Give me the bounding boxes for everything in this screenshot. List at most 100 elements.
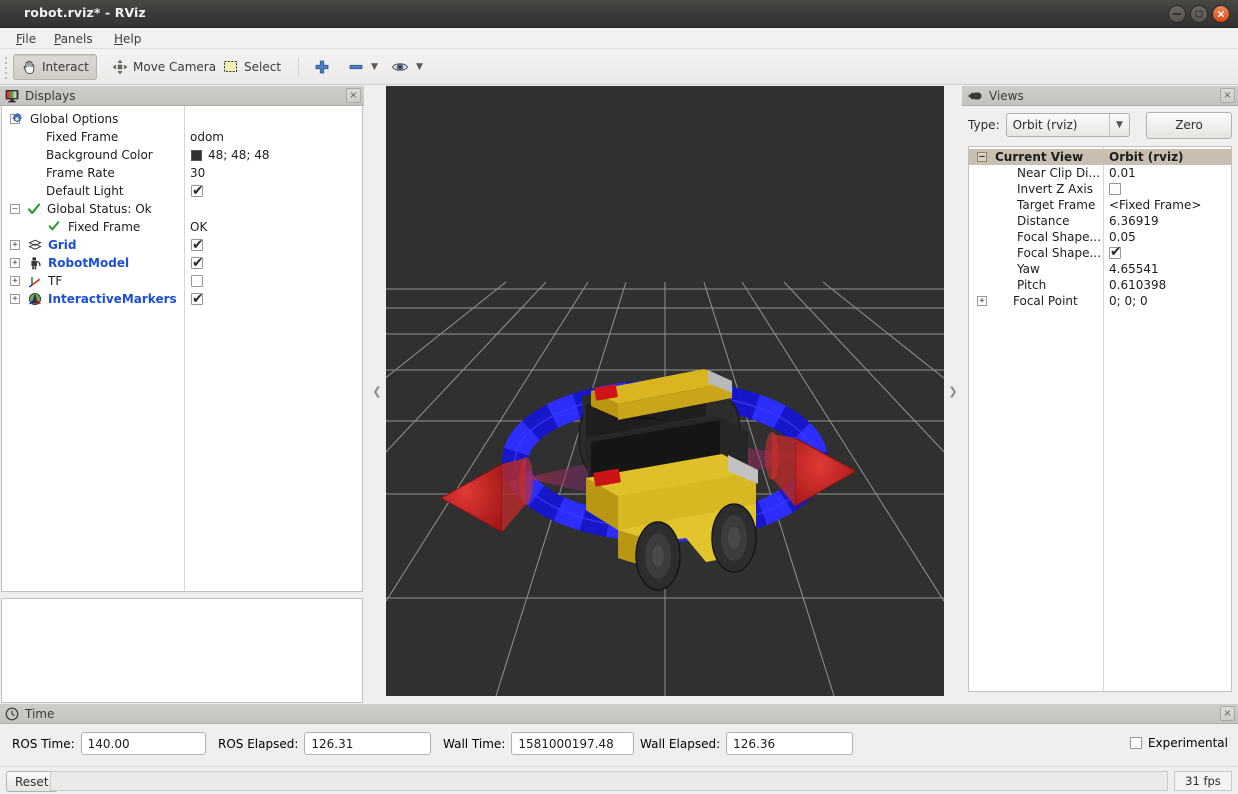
view-row-label: Yaw <box>1017 261 1040 277</box>
experimental-checkbox-row[interactable]: Experimental <box>1130 736 1228 750</box>
expand-icon[interactable]: + <box>977 296 987 306</box>
expand-icon[interactable]: + <box>10 240 20 250</box>
view-type-select[interactable]: Orbit (rviz) ▼ <box>1006 113 1130 137</box>
wall-time-input[interactable]: 1581000197.48 <box>511 732 634 755</box>
menu-bar: FFileile Panels Help <box>0 28 1238 49</box>
view-row-target-frame[interactable]: Target Frame<Fixed Frame> <box>969 197 1231 213</box>
move-camera-tool-button[interactable]: Move Camera <box>104 54 224 80</box>
views-panel-title: Views <box>989 89 1024 103</box>
displays-panel-close-icon[interactable]: × <box>346 88 361 103</box>
wall-elapsed-label: Wall Elapsed: <box>640 737 720 751</box>
display-row-value[interactable]: 30 <box>190 164 205 182</box>
window-controls: × <box>1168 5 1230 23</box>
wall-elapsed-field: Wall Elapsed: 126.36 <box>640 732 853 755</box>
view-row-value[interactable]: 4.65541 <box>1109 261 1159 277</box>
view-row-current-view[interactable]: –Current ViewOrbit (rviz) <box>969 149 1231 165</box>
collapse-icon[interactable]: – <box>10 204 20 214</box>
displays-panel-title: Displays <box>25 89 75 103</box>
view-row-value[interactable]: 0.610398 <box>1109 277 1166 293</box>
remove-tool-dropdown-icon[interactable]: ▼ <box>371 62 378 72</box>
display-row-global-status-ok[interactable]: –Global Status: Ok <box>2 200 362 218</box>
view-row-checkbox[interactable] <box>1109 247 1121 259</box>
display-row-label: Grid <box>48 236 76 254</box>
view-row-value[interactable]: 0.01 <box>1109 165 1136 181</box>
view-row-pitch[interactable]: Pitch0.610398 <box>969 277 1231 293</box>
displays-icon <box>5 89 19 103</box>
select-tool-button[interactable]: Select <box>215 54 289 80</box>
chevron-down-icon[interactable]: ▼ <box>1109 114 1129 136</box>
view-row-value[interactable]: 0.05 <box>1109 229 1136 245</box>
display-row-grid[interactable]: + Grid <box>2 236 362 254</box>
minus-icon <box>348 59 364 75</box>
right-panel-collapse-handle[interactable]: ❯ <box>944 86 962 696</box>
wall-time-field: Wall Time: 1581000197.48 <box>443 732 634 755</box>
menu-help[interactable]: Help <box>108 31 147 47</box>
displays-tree[interactable]: –Global OptionsFixed FrameodomBackground… <box>1 106 363 592</box>
menu-file[interactable]: FFileile <box>10 31 42 47</box>
close-button[interactable]: × <box>1212 5 1230 23</box>
display-row-tf[interactable]: +TF <box>2 272 362 290</box>
left-panel-collapse-handle[interactable]: ❮ <box>368 86 386 696</box>
focus-tool-button[interactable]: ▼ <box>383 54 431 80</box>
view-row-value[interactable]: 0; 0; 0 <box>1109 293 1148 309</box>
display-row-default-light[interactable]: Default Light <box>2 182 362 200</box>
focus-tool-dropdown-icon[interactable]: ▼ <box>416 62 423 72</box>
display-row-checkbox[interactable] <box>191 293 203 305</box>
minimize-button[interactable] <box>1168 5 1186 23</box>
ros-elapsed-field: ROS Elapsed: 126.31 <box>218 732 431 755</box>
display-row-checkbox[interactable] <box>191 275 203 287</box>
display-row-global-options[interactable]: –Global Options <box>2 110 362 128</box>
select-rect-icon <box>223 60 239 74</box>
menu-panels[interactable]: Panels <box>48 31 99 47</box>
ros-time-input[interactable]: 140.00 <box>81 732 206 755</box>
display-row-fixed-frame[interactable]: Fixed FrameOK <box>2 218 362 236</box>
grid-icon <box>28 238 42 252</box>
display-row-interactivemarkers[interactable]: +InteractiveMarkers <box>2 290 362 308</box>
view-row-focal-point[interactable]: +Focal Point0; 0; 0 <box>969 293 1231 309</box>
status-bar: Reset 31 fps <box>0 766 1238 794</box>
view-row-focal-shape[interactable]: Focal Shape... <box>969 245 1231 261</box>
expand-icon[interactable]: + <box>10 276 20 286</box>
display-row-value[interactable]: odom <box>190 128 224 146</box>
collapse-icon[interactable]: – <box>977 152 987 162</box>
view-row-distance[interactable]: Distance6.36919 <box>969 213 1231 229</box>
view-row-value[interactable]: 6.36919 <box>1109 213 1159 229</box>
display-row-value[interactable]: 48; 48; 48 <box>208 146 270 164</box>
display-row-background-color[interactable]: Background Color48; 48; 48 <box>2 146 362 164</box>
render-viewport-3d[interactable] <box>386 86 944 696</box>
view-type-value: Orbit (rviz) <box>1013 118 1078 132</box>
color-swatch[interactable] <box>191 150 202 161</box>
expand-icon[interactable]: + <box>10 294 20 304</box>
view-row-value[interactable]: Orbit (rviz) <box>1109 149 1184 165</box>
ros-time-field: ROS Time: 140.00 <box>12 732 206 755</box>
view-row-yaw[interactable]: Yaw 4.65541 <box>969 261 1231 277</box>
view-row-checkbox[interactable] <box>1109 183 1121 195</box>
green-check-icon <box>27 202 41 216</box>
view-row-value[interactable]: <Fixed Frame> <box>1109 197 1201 213</box>
ros-elapsed-input[interactable]: 126.31 <box>304 732 431 755</box>
view-row-invert-z-axis[interactable]: Invert Z Axis <box>969 181 1231 197</box>
time-panel-close-icon[interactable]: × <box>1220 706 1235 721</box>
display-row-checkbox[interactable] <box>191 239 203 251</box>
view-row-near-clip-di[interactable]: Near Clip Di...0.01 <box>969 165 1231 181</box>
robot-icon <box>28 256 42 270</box>
display-row-checkbox[interactable] <box>191 185 203 197</box>
view-row-focal-shape[interactable]: Focal Shape...0.05 <box>969 229 1231 245</box>
add-tool-button[interactable] <box>306 54 338 80</box>
views-tree[interactable]: –Current ViewOrbit (rviz)Near Clip Di...… <box>968 146 1232 692</box>
views-panel-close-icon[interactable]: × <box>1220 88 1235 103</box>
experimental-checkbox[interactable] <box>1130 737 1142 749</box>
wall-elapsed-input[interactable]: 126.36 <box>726 732 853 755</box>
display-row-frame-rate[interactable]: Frame Rate30 <box>2 164 362 182</box>
display-row-checkbox[interactable] <box>191 257 203 269</box>
display-row-fixed-frame[interactable]: Fixed Frameodom <box>2 128 362 146</box>
select-tool-label: Select <box>244 60 281 74</box>
remove-tool-button[interactable]: ▼ <box>340 54 386 80</box>
displays-description-area <box>1 598 363 703</box>
zero-view-button[interactable]: Zero <box>1146 112 1232 139</box>
interact-tool-button[interactable]: Interact <box>13 54 97 80</box>
maximize-button[interactable] <box>1190 5 1208 23</box>
display-row-robotmodel[interactable]: +RobotModel <box>2 254 362 272</box>
display-row-value[interactable]: OK <box>190 218 207 236</box>
expand-icon[interactable]: + <box>10 258 20 268</box>
